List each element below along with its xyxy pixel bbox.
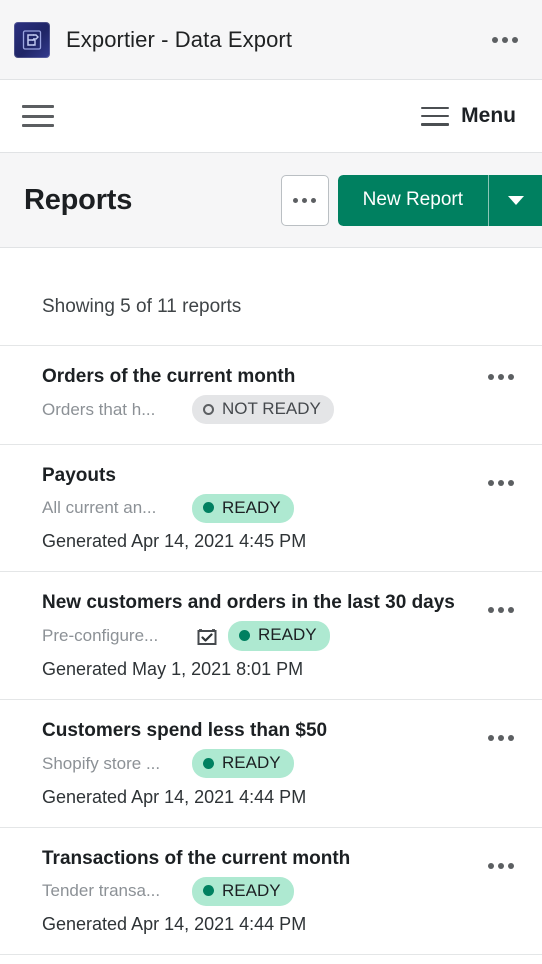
row-overflow-menu-button[interactable] xyxy=(478,862,524,869)
table-row[interactable]: Payouts All current an... READY Generate… xyxy=(0,445,542,573)
burger-line xyxy=(421,123,450,126)
report-description: Pre-configure... xyxy=(42,626,159,646)
hamburger-menu-icon xyxy=(421,106,450,126)
hamburger-menu-icon[interactable] xyxy=(22,105,54,127)
app-title-bar: Exportier - Data Export xyxy=(0,0,542,80)
ellipsis-horizontal-icon xyxy=(512,36,518,43)
ellipsis-horizontal-icon xyxy=(498,735,504,742)
circle-filled-icon xyxy=(203,502,214,514)
status-badge-label: NOT READY xyxy=(222,398,321,418)
app-screen: Exportier - Data Export Menu Reports New… xyxy=(0,0,542,964)
report-meta: Shopify store ... READY xyxy=(42,749,478,779)
circle-filled-icon xyxy=(239,630,250,642)
chevron-down-icon xyxy=(507,195,524,205)
calendar-check-icon xyxy=(192,624,222,648)
circle-outline-icon xyxy=(203,403,214,415)
status-badge: READY xyxy=(228,621,330,651)
ellipsis-horizontal-icon xyxy=(508,607,514,614)
burger-line xyxy=(22,105,54,108)
exportier-logo-icon xyxy=(14,21,50,58)
circle-filled-icon xyxy=(203,885,214,897)
navigation-bar: Menu xyxy=(0,80,542,153)
row-content: Transactions of the current month Tender… xyxy=(42,847,478,936)
row-overflow-menu-button[interactable] xyxy=(478,735,524,742)
status-badge: READY xyxy=(192,876,294,907)
ellipsis-horizontal-icon xyxy=(508,862,514,869)
report-description: Orders that h... xyxy=(42,399,156,419)
status-badge: NOT READY xyxy=(192,394,334,425)
app-title: Exportier - Data Export xyxy=(66,26,293,52)
report-meta: Pre-configure... READY xyxy=(42,621,478,651)
status-badge: READY xyxy=(192,493,294,524)
ellipsis-horizontal-icon xyxy=(311,197,317,203)
status-badge-label: READY xyxy=(258,625,317,645)
app-overflow-menu-button[interactable] xyxy=(486,31,524,49)
report-description: Shopify store ... xyxy=(42,753,161,773)
ellipsis-horizontal-icon xyxy=(488,607,494,614)
report-generated-timestamp: Generated May 1, 2021 8:01 PM xyxy=(42,659,304,680)
table-row[interactable]: New customers and orders in the last 30 … xyxy=(0,572,542,701)
ellipsis-horizontal-icon xyxy=(488,374,494,380)
ellipsis-horizontal-icon xyxy=(498,607,504,614)
row-overflow-menu-button[interactable] xyxy=(478,374,524,380)
showing-count-label: Showing 5 of 11 reports xyxy=(42,296,242,317)
ellipsis-horizontal-icon xyxy=(498,862,504,869)
row-content: Payouts All current an... READY Generate… xyxy=(42,464,478,553)
row-overflow-menu-button[interactable] xyxy=(478,607,524,614)
burger-line xyxy=(22,114,54,118)
report-meta: All current an... READY xyxy=(42,493,478,524)
ellipsis-horizontal-icon xyxy=(508,479,514,486)
report-generated-timestamp: Generated Apr 14, 2021 4:44 PM xyxy=(42,786,307,807)
new-report-split-button: New Report xyxy=(337,174,542,226)
ellipsis-horizontal-icon xyxy=(488,735,494,742)
page-header: Reports New Report xyxy=(0,153,542,248)
status-badge: READY xyxy=(192,749,294,779)
report-title: New customers and orders in the last 30 … xyxy=(42,592,455,614)
ellipsis-horizontal-icon xyxy=(492,36,498,43)
report-title: Orders of the current month xyxy=(42,366,296,387)
ellipsis-horizontal-icon xyxy=(302,197,308,203)
status-badge-label: READY xyxy=(222,880,281,900)
ellipsis-horizontal-icon xyxy=(508,735,514,742)
report-title: Customers spend less than $50 xyxy=(42,720,328,742)
status-badge-label: READY xyxy=(222,753,281,773)
menu-button-label: Menu xyxy=(461,104,516,127)
ellipsis-horizontal-icon xyxy=(488,862,494,869)
report-title: Payouts xyxy=(42,464,116,486)
ellipsis-horizontal-icon xyxy=(508,374,514,380)
ellipsis-horizontal-icon xyxy=(498,479,504,486)
burger-line xyxy=(421,106,450,109)
reports-list: Orders of the current month Orders that … xyxy=(0,345,542,956)
report-generated-timestamp: Generated Apr 14, 2021 4:45 PM xyxy=(42,531,307,552)
ellipsis-horizontal-icon xyxy=(488,479,494,486)
ellipsis-horizontal-icon xyxy=(293,197,299,203)
row-overflow-menu-button[interactable] xyxy=(478,479,524,486)
table-row[interactable]: Transactions of the current month Tender… xyxy=(0,828,542,956)
report-generated-timestamp: Generated Apr 14, 2021 4:44 PM xyxy=(42,914,307,935)
report-description: Tender transa... xyxy=(42,881,161,901)
reports-content: Showing 5 of 11 reports Orders of the cu… xyxy=(0,248,542,964)
page-header-actions: New Report xyxy=(280,174,542,226)
row-content: Customers spend less than $50 Shopify st… xyxy=(42,719,478,808)
status-badge-label: READY xyxy=(222,497,281,517)
page-title: Reports xyxy=(24,183,133,216)
burger-line xyxy=(421,114,450,118)
row-content: New customers and orders in the last 30 … xyxy=(42,591,478,680)
row-content: Orders of the current month Orders that … xyxy=(42,365,478,425)
ellipsis-horizontal-icon xyxy=(502,36,508,43)
circle-filled-icon xyxy=(203,757,214,769)
table-row[interactable]: Orders of the current month Orders that … xyxy=(0,346,542,445)
pagination xyxy=(0,955,542,964)
report-title: Transactions of the current month xyxy=(42,847,351,869)
report-meta: Orders that h... NOT READY xyxy=(42,394,478,425)
menu-button[interactable]: Menu xyxy=(421,104,526,128)
report-meta: Tender transa... READY xyxy=(42,876,478,907)
new-report-button[interactable]: New Report xyxy=(337,174,488,226)
page-overflow-menu-button[interactable] xyxy=(280,174,329,226)
report-description: All current an... xyxy=(42,498,157,518)
burger-line xyxy=(22,124,54,127)
ellipsis-horizontal-icon xyxy=(498,374,504,380)
new-report-dropdown-button[interactable] xyxy=(488,174,542,226)
table-row[interactable]: Customers spend less than $50 Shopify st… xyxy=(0,700,542,828)
